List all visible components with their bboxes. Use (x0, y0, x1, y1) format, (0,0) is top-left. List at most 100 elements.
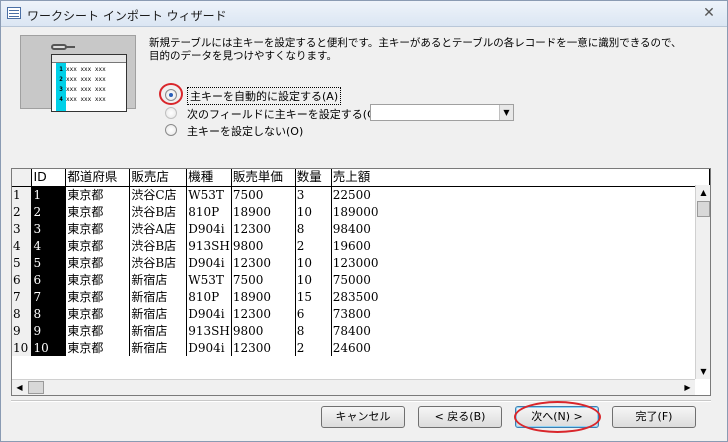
column-header[interactable]: 販売単価 (231, 169, 296, 187)
table-cell: 渋谷B店 (129, 254, 188, 271)
table-cell: 新宿店 (129, 322, 188, 339)
table-cell: 78400 (331, 322, 710, 339)
cancel-button[interactable]: キャンセル (321, 406, 405, 428)
highlight-circle-radio (159, 83, 183, 105)
radio-no-key[interactable] (165, 124, 177, 136)
illus-row: 4 xxx xxx xxx (59, 96, 106, 103)
chevron-down-icon[interactable]: ▼ (499, 105, 513, 120)
option-field-key-label[interactable]: 次のフィールドに主キーを設定する(C) (187, 106, 379, 122)
table-cell: 283500 (331, 288, 710, 305)
table-cell: 東京都 (65, 220, 131, 237)
table-cell: 渋谷A店 (129, 220, 188, 237)
table-cell: 24600 (331, 339, 710, 356)
table-cell: 東京都 (65, 237, 131, 254)
table-cell: D904i (186, 254, 232, 271)
table-cell: D904i (186, 305, 232, 322)
table-cell: 東京都 (65, 339, 131, 356)
close-icon[interactable]: ✕ (699, 4, 719, 22)
primary-key-field-select[interactable]: ▼ (370, 104, 514, 121)
table-cell: 新宿店 (129, 305, 188, 322)
table-cell: 渋谷C店 (129, 186, 188, 203)
scroll-left-icon[interactable]: ◀ (12, 380, 27, 395)
table-cell: 7500 (231, 271, 296, 288)
table-cell: 913SH (186, 322, 232, 339)
preview-table: ID 都道府県 販売店 機種 販売単価 数量 売上額 1 1 東京都 渋谷C店 W53T… (12, 169, 710, 356)
table-cell: 18900 (231, 203, 296, 220)
table-row: 7 7 東京都 新宿店 810P 18900 15 283500 (12, 288, 710, 305)
column-header[interactable]: ID (31, 169, 67, 187)
table-cell: 10 (295, 271, 332, 288)
row-number: 1 (12, 186, 33, 203)
column-header[interactable]: 販売店 (129, 169, 188, 187)
table-cell: 新宿店 (129, 271, 188, 288)
column-header[interactable]: 売上額 (331, 169, 710, 187)
table-cell: 7500 (231, 186, 296, 203)
table-row: 5 5 東京都 渋谷B店 D904i 12300 10 123000 (12, 254, 710, 271)
table-row: 8 8 東京都 新宿店 D904i 12300 6 73800 (12, 305, 710, 322)
table-cell: 810P (186, 203, 232, 220)
id-cell: 6 (31, 271, 67, 288)
row-number: 8 (12, 305, 33, 322)
radio-field-key[interactable] (165, 107, 177, 119)
table-cell: 東京都 (65, 305, 131, 322)
window-title: ワークシート インポート ウィザード (27, 9, 227, 23)
id-cell: 7 (31, 288, 67, 305)
scroll-up-icon[interactable]: ▲ (696, 185, 711, 200)
table-cell: 9800 (231, 322, 296, 339)
table-cell: D904i (186, 220, 232, 237)
row-number: 6 (12, 271, 33, 288)
table-cell: 19600 (331, 237, 710, 254)
table-cell: 渋谷B店 (129, 203, 188, 220)
table-cell: 東京都 (65, 271, 131, 288)
table-cell: 10 (295, 203, 332, 220)
column-header[interactable]: 機種 (186, 169, 232, 187)
table-cell: 東京都 (65, 322, 131, 339)
data-preview-grid[interactable]: ID 都道府県 販売店 機種 販売単価 数量 売上額 1 1 東京都 渋谷C店 W53T… (11, 168, 711, 396)
table-cell: 75000 (331, 271, 710, 288)
row-number: 9 (12, 322, 33, 339)
horizontal-scrollbar[interactable]: ◀ ▶ (12, 379, 695, 395)
vertical-scrollbar[interactable]: ▲ ▼ (695, 185, 710, 379)
option-auto-key-label[interactable]: 主キーを自動的に設定する(A) (187, 87, 342, 105)
header-row: ID 都道府県 販売店 機種 販売単価 数量 売上額 (12, 169, 710, 187)
illus-row: 1 xxx xxx xxx (59, 66, 106, 73)
table-cell: 810P (186, 288, 232, 305)
highlight-circle-next (514, 401, 601, 433)
import-wizard-window: ワークシート インポート ウィザード ✕ 1 xxx xxx xxx 2 xxx x… (0, 0, 728, 442)
row-header-corner (12, 169, 33, 187)
table-cell: 189000 (331, 203, 710, 220)
id-cell: 2 (31, 203, 67, 220)
table-cell: 10 (295, 254, 332, 271)
table-row: 1 1 東京都 渋谷C店 W53T 7500 3 22500 (12, 186, 710, 203)
option-no-key-label[interactable]: 主キーを設定しない(O) (187, 123, 303, 139)
illus-row: 2 xxx xxx xxx (59, 76, 106, 83)
scroll-down-icon[interactable]: ▼ (696, 364, 711, 379)
id-cell: 1 (31, 186, 67, 203)
back-button[interactable]: < 戻る(B) (418, 406, 502, 428)
row-number: 7 (12, 288, 33, 305)
table-cell: 8 (295, 220, 332, 237)
title-bar: ワークシート インポート ウィザード ✕ (1, 1, 727, 27)
table-cell: 98400 (331, 220, 710, 237)
table-cell: 18900 (231, 288, 296, 305)
table-cell: W53T (186, 271, 232, 288)
table-cell: 12300 (231, 220, 296, 237)
table-cell: 12300 (231, 254, 296, 271)
scroll-right-icon[interactable]: ▶ (680, 380, 695, 395)
table-cell: 2 (295, 339, 332, 356)
id-cell: 4 (31, 237, 67, 254)
scroll-thumb-horizontal[interactable] (28, 381, 44, 394)
row-number: 3 (12, 220, 33, 237)
column-header[interactable]: 都道府県 (65, 169, 131, 187)
id-cell: 9 (31, 322, 67, 339)
primary-key-illustration: 1 xxx xxx xxx 2 xxx xxx xxx 3 xxx xxx xxx 4… (20, 35, 136, 112)
id-cell: 10 (31, 339, 67, 356)
table-cell: 東京都 (65, 186, 131, 203)
table-cell: 渋谷B店 (129, 237, 188, 254)
column-header[interactable]: 数量 (295, 169, 332, 187)
finish-button[interactable]: 完了(F) (612, 406, 696, 428)
description-text: 新規テーブルには主キーを設定すると便利です。主キーがあるとテーブルの各レコードを… (149, 37, 682, 62)
id-cell: 3 (31, 220, 67, 237)
table-cell: 新宿店 (129, 339, 188, 356)
scroll-thumb[interactable] (697, 201, 710, 217)
